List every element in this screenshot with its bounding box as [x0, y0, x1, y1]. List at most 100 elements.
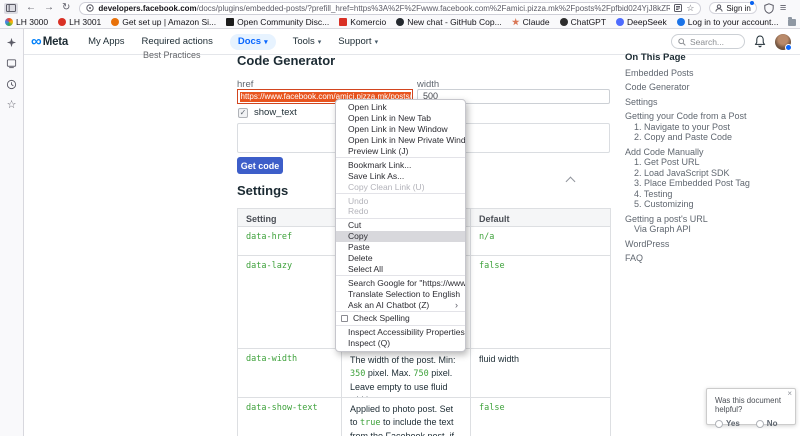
page-title: Code Generator — [237, 53, 336, 68]
menu-item-redo[interactable]: Redo — [336, 206, 465, 217]
nav-item-required-actions[interactable]: Required actions — [142, 36, 213, 47]
menu-item-delete[interactable]: Delete — [336, 253, 465, 264]
menu-item-bookmark-link[interactable]: Bookmark Link... — [336, 159, 465, 170]
toc-link[interactable]: 1. Navigate to your Post — [625, 122, 790, 132]
nav-item-tools[interactable]: Tools ▾ — [293, 36, 322, 47]
sign-in-button[interactable]: Sign in — [709, 1, 757, 14]
toc-link[interactable]: Settings — [625, 97, 790, 107]
bookmark-item[interactable]: Log in to your account... — [676, 17, 778, 27]
user-avatar[interactable] — [775, 33, 792, 51]
show-text-checkbox[interactable]: ✓ — [238, 107, 248, 118]
toc-link[interactable]: FAQ — [625, 254, 790, 263]
default-cell: false — [471, 256, 610, 349]
menu-item-label: Open Link in New Private Window — [348, 135, 465, 146]
bookmark-item[interactable]: LH 3001 — [58, 17, 101, 27]
toc-link[interactable]: Getting your Code from a Post — [625, 112, 790, 121]
menu-item-inspect-accessibility-properties[interactable]: Inspect Accessibility Properties — [336, 327, 465, 338]
menu-item-inspect-q[interactable]: Inspect (Q) — [336, 338, 465, 349]
no-radio[interactable] — [755, 419, 764, 428]
toc-link[interactable]: 4. Testing — [625, 189, 790, 199]
menu-item-label: Select All — [348, 263, 383, 274]
menu-item-label: Open Link — [348, 102, 387, 113]
menu-item-paste[interactable]: Paste — [336, 242, 465, 253]
menu-item-open-link[interactable]: Open Link — [336, 102, 465, 113]
bookmark-item[interactable]: LH 3000 — [5, 17, 48, 27]
bookmark-item[interactable]: poppins — [788, 16, 800, 27]
bookmark-star-icon[interactable]: ☆ — [686, 3, 694, 13]
menu-item-preview-link-j[interactable]: Preview Link (J) — [336, 146, 465, 157]
bookmark-item[interactable]: DeepSeek — [616, 17, 667, 27]
menu-item-open-link-in-new-tab[interactable]: Open Link in New Tab — [336, 113, 465, 124]
yes-radio[interactable] — [715, 419, 723, 428]
bookmark-label: New chat - GitHub Cop... — [407, 17, 502, 27]
menu-item-copy[interactable]: Copy — [336, 230, 465, 242]
menu-item-open-link-in-new-private-window[interactable]: Open Link in New Private Window — [336, 135, 465, 146]
toc-link[interactable]: 3. Place Embedded Post Tag — [625, 179, 790, 188]
back-button[interactable]: ← — [26, 3, 36, 13]
forward-button[interactable]: → — [44, 3, 54, 13]
menu-item-label: Cut — [348, 220, 362, 231]
shield-icon[interactable] — [764, 2, 774, 14]
bookmark-item[interactable]: Claude — [511, 17, 550, 27]
bookmark-item[interactable]: Open Community Disc... — [226, 17, 329, 27]
nav-item-my-apps[interactable]: My Apps — [88, 36, 124, 47]
docs-nav-item-best-practices[interactable]: Best Practices — [143, 50, 201, 60]
feedback-question: Was this document helpful? — [715, 396, 782, 414]
app-menu-button[interactable]: ≡ — [780, 3, 786, 14]
default-cell: fluid width — [471, 349, 610, 398]
collapse-section-chevron-icon[interactable] — [565, 176, 576, 187]
bookmark-item[interactable]: New chat - GitHub Cop... — [396, 17, 502, 27]
bookmarks-sidebar-icon[interactable]: ☆ — [7, 100, 17, 111]
nav-item-docs[interactable]: Docs ▾ — [229, 33, 276, 50]
toc-link[interactable]: WordPress — [625, 239, 790, 249]
meta-logo[interactable]: ∞ Meta — [31, 34, 69, 49]
toc-link[interactable]: 2. Copy and Paste Code — [625, 133, 790, 142]
feedback-no-option[interactable]: No — [755, 419, 777, 428]
site-info-icon[interactable] — [86, 4, 95, 12]
menu-item-open-link-in-new-window[interactable]: Open Link in New Window — [336, 124, 465, 135]
search-input[interactable]: Search... — [671, 34, 745, 49]
reader-mode-icon[interactable] — [674, 4, 683, 12]
bookmark-label: Open Community Disc... — [237, 17, 330, 27]
menu-item-search-google-for-https-www-fac[interactable]: Search Google for "https://www.fac..." — [336, 277, 465, 288]
toc-link[interactable]: 2. Load JavaScript SDK — [625, 168, 790, 178]
notifications-bell-icon[interactable] — [754, 35, 766, 48]
menu-item-ask-an-ai-chatbot-z[interactable]: Ask an AI Chatbot (Z) › — [336, 299, 465, 310]
setting-cell: data-href — [238, 227, 342, 256]
reload-button[interactable]: ↻ — [62, 3, 70, 13]
synced-tabs-icon[interactable] — [6, 58, 17, 69]
menu-item-translate-selection-to-english[interactable]: Translate Selection to English — [336, 288, 465, 299]
ai-chatbot-icon[interactable] — [6, 37, 17, 48]
nav-item-support[interactable]: Support ▾ — [338, 36, 378, 47]
meta-logo-text: Meta — [42, 35, 69, 48]
menu-item-save-link-as[interactable]: Save Link As... — [336, 170, 465, 181]
menu-item-undo[interactable]: Undo — [336, 195, 465, 206]
close-icon[interactable]: × — [787, 389, 792, 398]
menu-separator — [336, 275, 465, 277]
menu-item-cut[interactable]: Cut — [336, 220, 465, 231]
feedback-yes-option[interactable]: Yes — [715, 419, 740, 428]
toc-link[interactable]: Code Generator — [625, 83, 790, 92]
toc-link[interactable]: 5. Customizing — [625, 200, 790, 209]
url-bar[interactable]: developers.facebook.com/docs/plugins/emb… — [79, 1, 702, 15]
menu-item-label: Open Link in New Window — [348, 124, 448, 135]
inline-code-value: true — [360, 418, 381, 428]
default-cell: n/a — [471, 227, 610, 256]
bookmark-item[interactable]: Komercio — [339, 17, 386, 27]
menu-item-select-all[interactable]: Select All — [336, 263, 465, 274]
toc-link[interactable]: Getting a post's URL — [625, 214, 790, 224]
menu-separator — [336, 157, 465, 159]
sidebar-toggle-button[interactable] — [4, 2, 18, 14]
square-favicon — [339, 18, 348, 26]
toc-link[interactable]: Add Code Manually — [625, 147, 790, 157]
toc-link[interactable]: Embedded Posts — [625, 68, 790, 78]
history-icon[interactable] — [6, 79, 17, 90]
toc-link[interactable]: Via Graph API — [625, 225, 790, 234]
bookmark-item[interactable]: ChatGPT — [559, 17, 606, 27]
bookmark-item[interactable]: Get set up | Amazon Si... — [111, 17, 216, 27]
get-code-button[interactable]: Get code — [237, 157, 283, 174]
toc-link[interactable]: 1. Get Post URL — [625, 158, 790, 167]
settings-title: Settings — [237, 183, 289, 198]
menu-item-copy-clean-link-u[interactable]: Copy Clean Link (U) — [336, 181, 465, 192]
menu-item-check-spelling[interactable]: Check Spelling — [336, 313, 465, 324]
